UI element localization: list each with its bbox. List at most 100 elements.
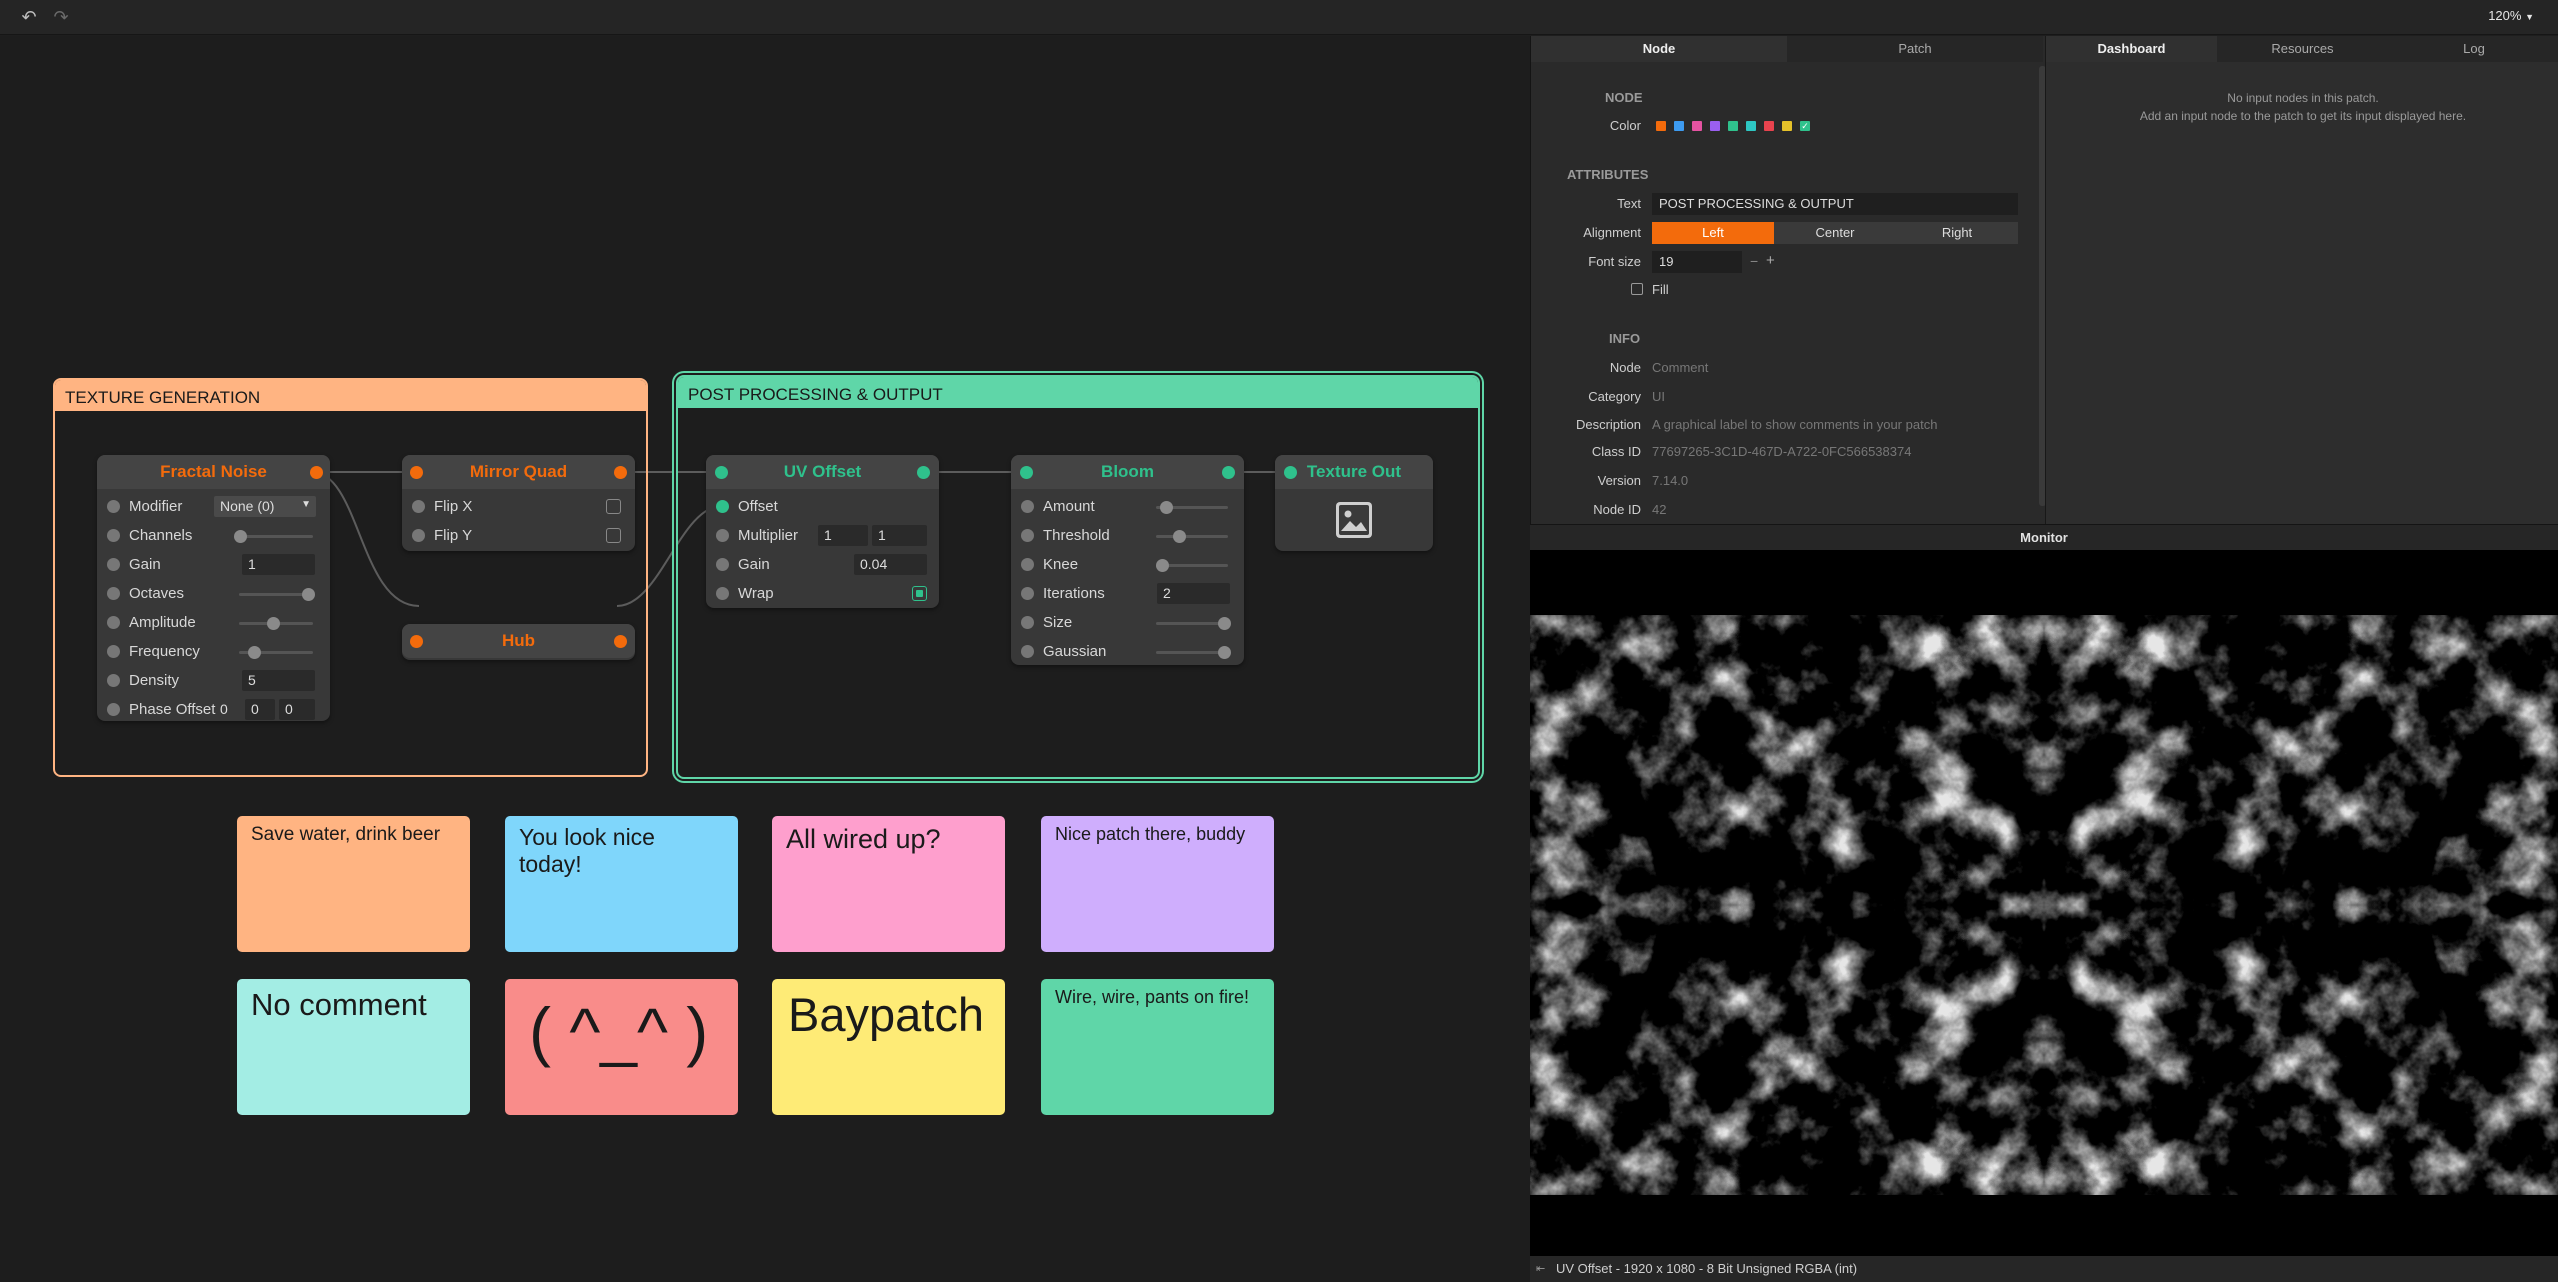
toolbar: ↶ ↷ 120% ▼ bbox=[0, 0, 2558, 35]
note-comment[interactable]: Baypatch bbox=[772, 979, 1005, 1115]
color-swatch[interactable] bbox=[1728, 121, 1738, 131]
input-port[interactable] bbox=[410, 466, 423, 479]
input-port[interactable] bbox=[107, 587, 120, 600]
note-comment[interactable]: Nice patch there, buddy bbox=[1041, 816, 1274, 952]
gain-input[interactable]: 1 bbox=[242, 554, 315, 575]
color-swatch-selected[interactable]: ✓ bbox=[1800, 121, 1810, 131]
output-port[interactable] bbox=[614, 466, 627, 479]
note-comment[interactable]: No comment bbox=[237, 979, 470, 1115]
redo-icon[interactable]: ↷ bbox=[51, 7, 71, 27]
slider-knob[interactable] bbox=[1218, 646, 1231, 659]
monitor-view[interactable] bbox=[1530, 550, 2558, 1256]
increment-button[interactable]: + bbox=[1766, 252, 1775, 269]
color-swatch[interactable] bbox=[1746, 121, 1756, 131]
multiplier-y-input[interactable]: 1 bbox=[872, 525, 927, 546]
input-port[interactable] bbox=[1020, 466, 1033, 479]
output-port[interactable] bbox=[1222, 466, 1235, 479]
input-port[interactable] bbox=[716, 558, 729, 571]
flip-y-checkbox[interactable] bbox=[606, 528, 621, 543]
input-port[interactable] bbox=[716, 587, 729, 600]
fontsize-input[interactable]: 19 bbox=[1652, 251, 1742, 273]
tab-node[interactable]: Node bbox=[1531, 36, 1787, 62]
node-fractal-noise[interactable]: Fractal Noise Modifier None (0) ▼ Channel… bbox=[97, 455, 330, 721]
phase-y-input[interactable]: 0 bbox=[245, 699, 275, 720]
wrap-checkbox[interactable] bbox=[912, 586, 927, 601]
patch-canvas[interactable]: TEXTURE GENERATION POST PROCESSING & OUT… bbox=[0, 36, 1530, 1282]
input-port[interactable] bbox=[107, 558, 120, 571]
input-port[interactable] bbox=[716, 500, 729, 513]
input-port[interactable] bbox=[107, 674, 120, 687]
modifier-dropdown[interactable]: None (0) ▼ bbox=[214, 496, 316, 517]
slider-knob[interactable] bbox=[1218, 617, 1231, 630]
tab-patch[interactable]: Patch bbox=[1787, 36, 2043, 62]
fill-checkbox[interactable] bbox=[1631, 283, 1643, 295]
color-swatch[interactable] bbox=[1764, 121, 1774, 131]
note-comment[interactable]: All wired up? bbox=[772, 816, 1005, 952]
input-port[interactable] bbox=[1021, 616, 1034, 629]
node-title: Fractal Noise bbox=[97, 455, 330, 489]
multiplier-x-input[interactable]: 1 bbox=[818, 525, 868, 546]
flip-x-checkbox[interactable] bbox=[606, 499, 621, 514]
tab-dashboard[interactable]: Dashboard bbox=[2046, 36, 2217, 62]
threshold-slider[interactable] bbox=[1156, 535, 1228, 538]
slider-knob[interactable] bbox=[1156, 559, 1169, 572]
note-comment[interactable]: You look nice today! bbox=[505, 816, 738, 952]
input-port[interactable] bbox=[1284, 466, 1297, 479]
color-swatch[interactable] bbox=[1674, 121, 1684, 131]
input-port[interactable] bbox=[1021, 500, 1034, 513]
pin-icon[interactable]: ⇤ bbox=[1536, 1256, 1545, 1282]
iterations-input[interactable]: 2 bbox=[1157, 583, 1230, 604]
input-port[interactable] bbox=[107, 703, 120, 716]
text-input[interactable]: POST PROCESSING & OUTPUT bbox=[1652, 193, 2018, 215]
decrement-button[interactable]: − bbox=[1750, 253, 1758, 269]
slider-knob[interactable] bbox=[302, 588, 315, 601]
slider-knob[interactable] bbox=[1160, 501, 1173, 514]
gain-input[interactable]: 0.04 bbox=[854, 554, 927, 575]
tab-resources[interactable]: Resources bbox=[2217, 36, 2388, 62]
note-comment[interactable]: ( ^_^ ) bbox=[505, 979, 738, 1115]
input-port[interactable] bbox=[410, 635, 423, 648]
color-swatch[interactable] bbox=[1782, 121, 1792, 131]
input-port[interactable] bbox=[107, 645, 120, 658]
align-right-button[interactable]: Right bbox=[1896, 222, 2018, 244]
input-port[interactable] bbox=[1021, 587, 1034, 600]
color-swatch[interactable] bbox=[1656, 121, 1666, 131]
input-port[interactable] bbox=[107, 529, 120, 542]
undo-icon[interactable]: ↶ bbox=[19, 7, 39, 27]
input-port[interactable] bbox=[1021, 558, 1034, 571]
align-center-button[interactable]: Center bbox=[1774, 222, 1896, 244]
slider-knob[interactable] bbox=[1173, 530, 1186, 543]
input-port[interactable] bbox=[716, 529, 729, 542]
node-texture-out[interactable]: Texture Out bbox=[1275, 455, 1433, 551]
slider-knob[interactable] bbox=[234, 530, 247, 543]
input-port[interactable] bbox=[412, 529, 425, 542]
zoom-dropdown[interactable]: 120% ▼ bbox=[2488, 8, 2534, 23]
node-hub[interactable]: Hub bbox=[402, 624, 635, 660]
slider-knob[interactable] bbox=[267, 617, 280, 630]
input-port[interactable] bbox=[1021, 645, 1034, 658]
param-label: Knee bbox=[1043, 556, 1079, 573]
note-comment[interactable]: Wire, wire, pants on fire! bbox=[1041, 979, 1274, 1115]
output-port[interactable] bbox=[614, 635, 627, 648]
channels-slider[interactable] bbox=[239, 535, 313, 538]
phase-x-input[interactable]: 0 bbox=[214, 699, 242, 720]
align-left-button[interactable]: Left bbox=[1652, 222, 1774, 244]
input-port[interactable] bbox=[715, 466, 728, 479]
note-comment[interactable]: Save water, drink beer bbox=[237, 816, 470, 952]
color-swatch[interactable] bbox=[1692, 121, 1702, 131]
input-port[interactable] bbox=[107, 616, 120, 629]
density-input[interactable]: 5 bbox=[242, 670, 315, 691]
node-uv-offset[interactable]: UV Offset Offset Multiplier 1 1 Gain 0.0… bbox=[706, 455, 939, 608]
phase-z-input[interactable]: 0 bbox=[279, 699, 315, 720]
node-bloom[interactable]: Bloom Amount Threshold Knee Iterations 2 bbox=[1011, 455, 1244, 665]
output-port[interactable] bbox=[310, 466, 323, 479]
input-port[interactable] bbox=[1021, 529, 1034, 542]
node-mirror-quad[interactable]: Mirror Quad Flip X Flip Y bbox=[402, 455, 635, 551]
input-port[interactable] bbox=[107, 500, 120, 513]
input-port[interactable] bbox=[412, 500, 425, 513]
output-port[interactable] bbox=[917, 466, 930, 479]
tab-log[interactable]: Log bbox=[2388, 36, 2558, 62]
slider-knob[interactable] bbox=[248, 646, 261, 659]
color-swatch[interactable] bbox=[1710, 121, 1720, 131]
param-label: Channels bbox=[129, 527, 193, 544]
